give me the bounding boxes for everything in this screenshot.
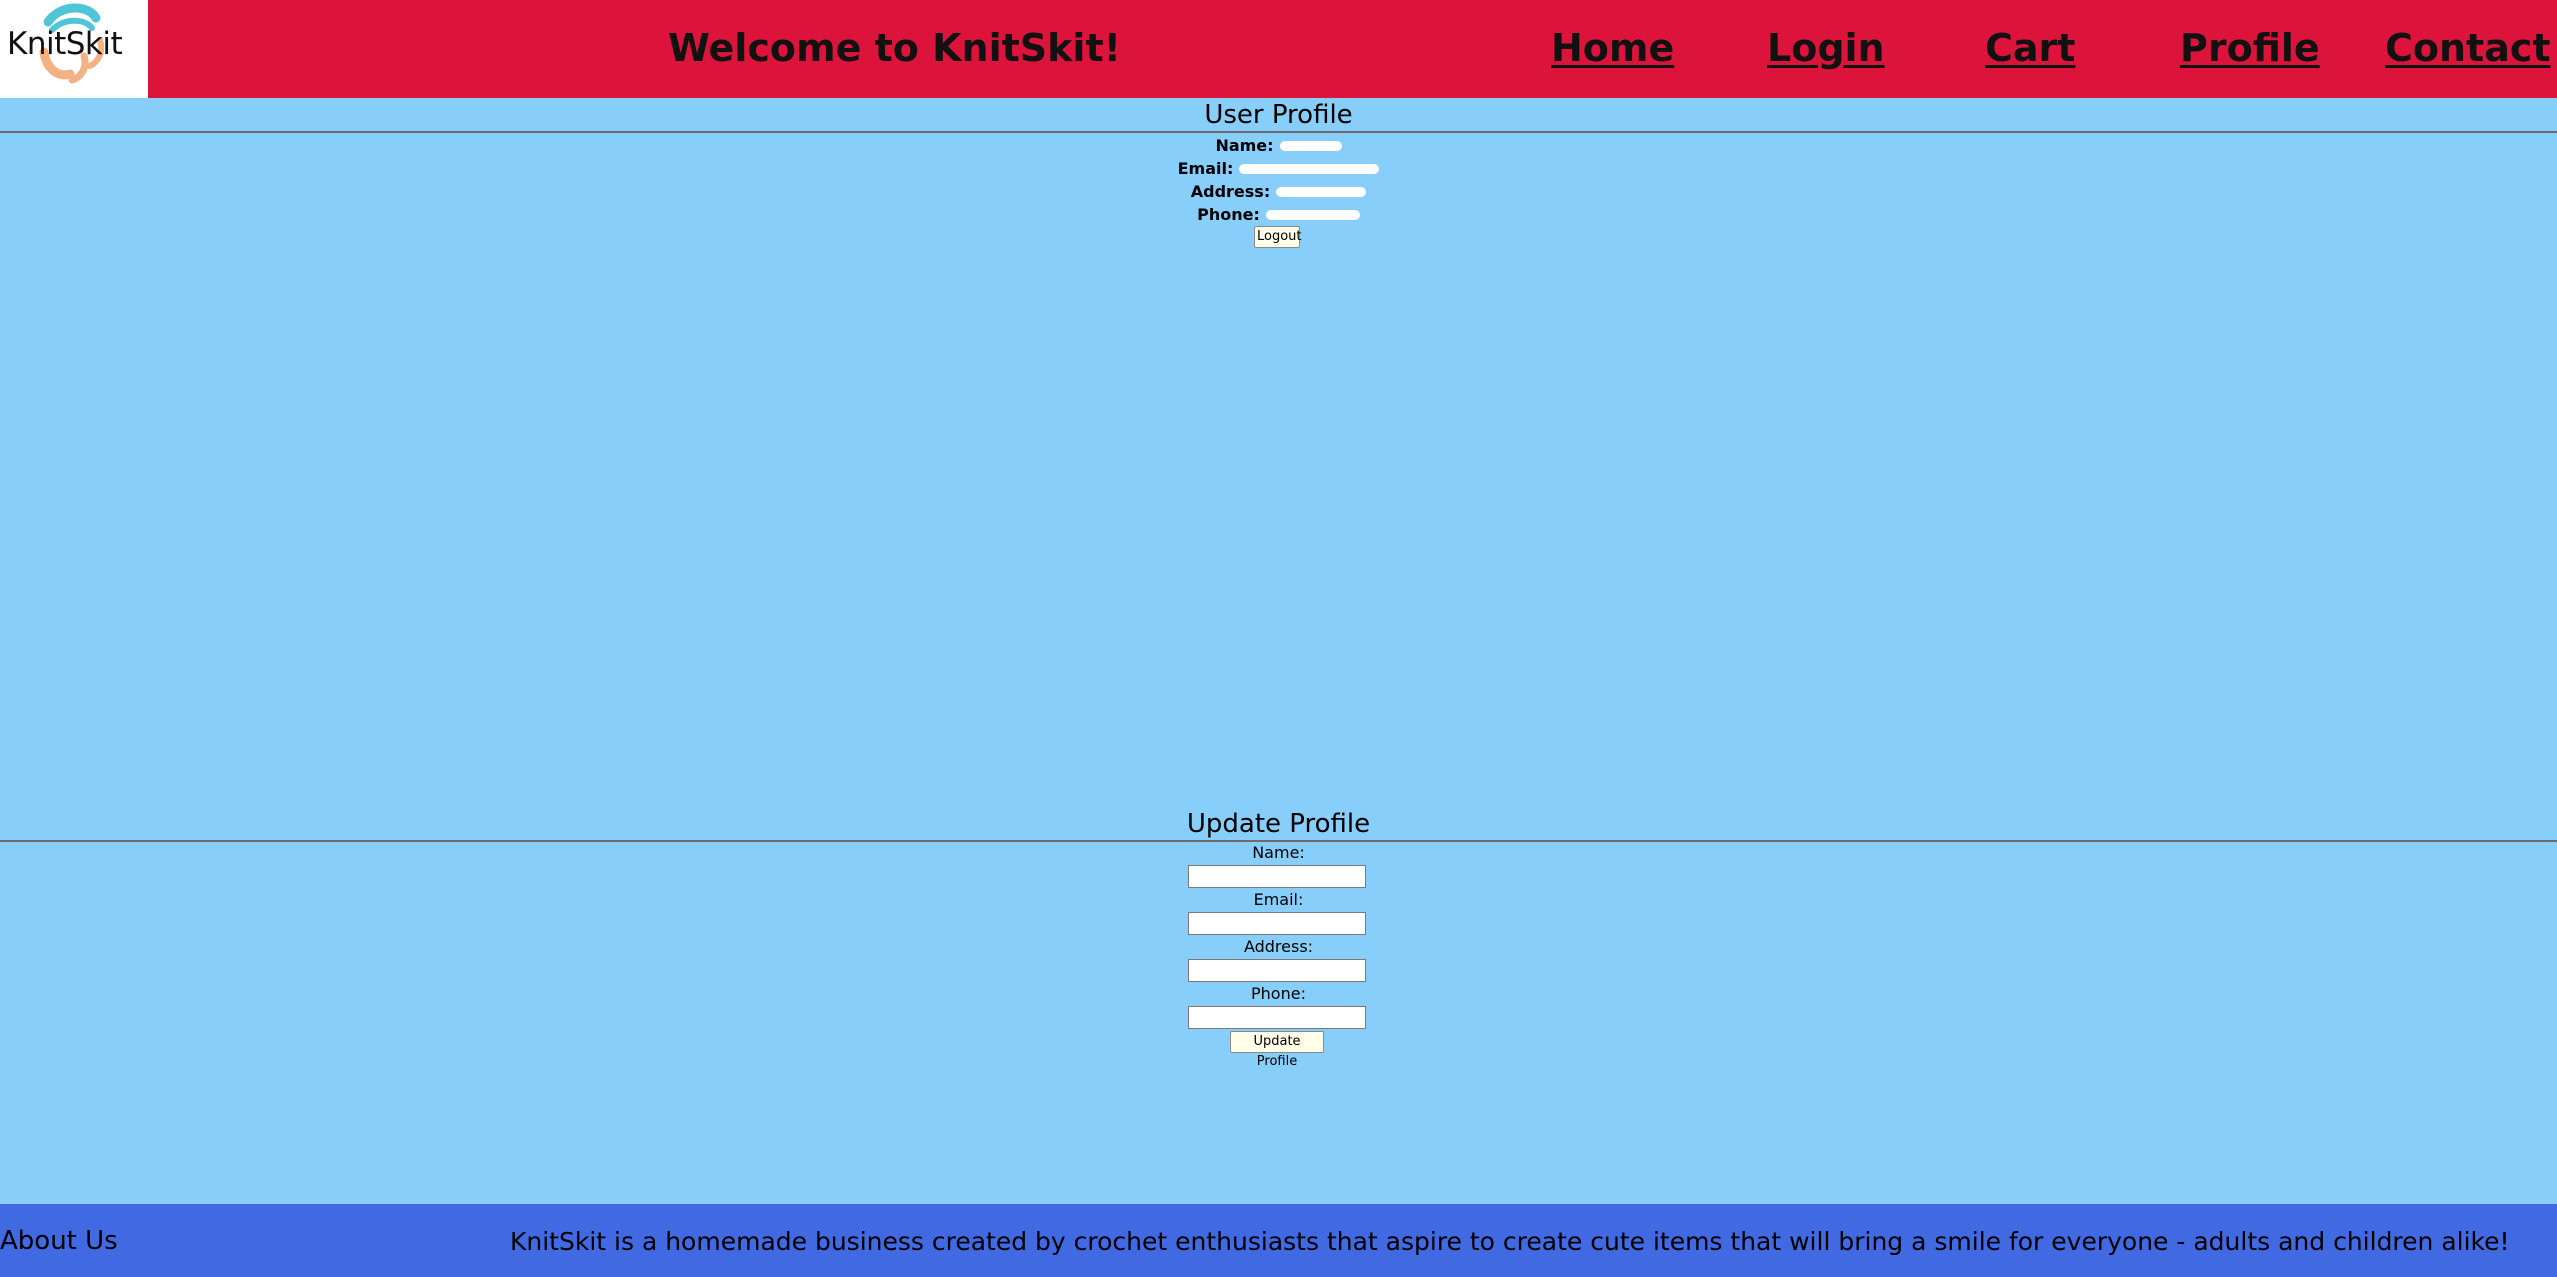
profile-name-label: Name:	[1215, 136, 1274, 155]
profile-address-label: Address:	[1190, 182, 1271, 201]
nav-login-link[interactable]: Login	[1767, 26, 1885, 70]
site-title: Welcome to KnitSkit!	[668, 26, 1121, 70]
update-profile-heading: Update Profile	[1186, 809, 1371, 839]
about-us-heading: About Us	[0, 1226, 118, 1256]
profile-phone-label: Phone:	[1197, 205, 1260, 224]
profile-email-row: Email:	[0, 156, 2557, 179]
redacted-value	[1276, 186, 1367, 197]
user-profile-heading: User Profile	[1204, 100, 1353, 130]
redacted-value	[1239, 163, 1380, 174]
redacted-value	[1279, 140, 1342, 151]
nav-contact-link[interactable]: Contact	[2385, 26, 2551, 70]
page: KnitSkit Welcome to KnitSkit! Home Login…	[0, 0, 2557, 1277]
site-footer: About Us KnitSkit is a homemade business…	[0, 1204, 2557, 1277]
update-address-input[interactable]	[1188, 959, 1366, 982]
logo-text: KnitSkit	[7, 26, 123, 62]
profile-address-row: Address:	[0, 179, 2557, 202]
profile-name-row: Name:	[0, 133, 2557, 156]
update-email-input[interactable]	[1188, 912, 1366, 935]
profile-phone-row: Phone:	[0, 202, 2557, 225]
logout-button[interactable]: Logout	[1254, 226, 1302, 248]
update-name-input[interactable]	[1188, 865, 1366, 888]
nav-cart-link[interactable]: Cart	[1985, 26, 2075, 70]
about-us-text: KnitSkit is a homemade business created …	[510, 1227, 2510, 1256]
update-profile-button[interactable]: Update Profile	[1230, 1031, 1324, 1069]
update-phone-label: Phone:	[1251, 984, 1306, 1003]
update-name-label: Name:	[1252, 843, 1305, 862]
nav-profile-link[interactable]: Profile	[2180, 26, 2320, 70]
nav-home-link[interactable]: Home	[1551, 26, 1674, 70]
update-divider	[0, 840, 2557, 842]
profile-email-label: Email:	[1177, 159, 1234, 178]
redacted-value	[1265, 209, 1360, 220]
update-email-label: Email:	[1253, 890, 1304, 909]
update-phone-input[interactable]	[1188, 1006, 1366, 1029]
site-header: KnitSkit Welcome to KnitSkit! Home Login…	[0, 0, 2557, 98]
update-address-label: Address:	[1243, 937, 1314, 956]
site-logo[interactable]: KnitSkit	[0, 0, 148, 98]
